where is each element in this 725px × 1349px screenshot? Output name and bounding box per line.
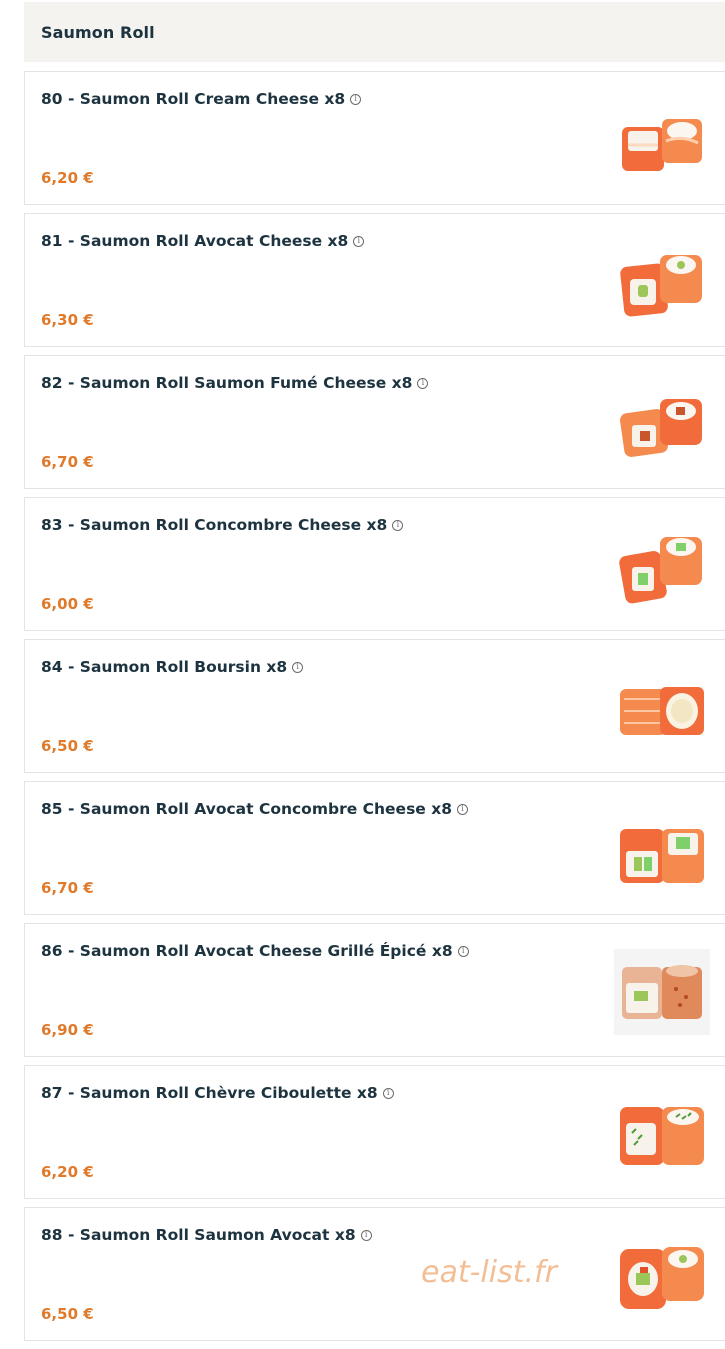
- section-header: Saumon Roll: [24, 2, 725, 62]
- item-name-row: 81 - Saumon Roll Avocat Cheese x8 i: [41, 232, 365, 250]
- section-title: Saumon Roll: [41, 22, 155, 42]
- watermark: eat-list.fr: [421, 1255, 557, 1290]
- item-name: 85 - Saumon Roll Avocat Concombre Cheese…: [41, 800, 452, 818]
- item-price: 6,30 €: [41, 311, 94, 329]
- item-name-row: 80 - Saumon Roll Cream Cheese x8 i: [41, 90, 362, 108]
- item-price: 6,20 €: [41, 1163, 94, 1181]
- info-icon[interactable]: i: [353, 235, 365, 247]
- item-name: 84 - Saumon Roll Boursin x8: [41, 658, 288, 676]
- item-price: 6,20 €: [41, 169, 94, 187]
- info-icon[interactable]: i: [360, 1229, 372, 1241]
- item-price: 6,70 €: [41, 453, 94, 471]
- menu-item[interactable]: 84 - Saumon Roll Boursin x8 i 6,50 €: [24, 639, 725, 773]
- sushi-roll-photo: [620, 399, 702, 457]
- item-name: 86 - Saumon Roll Avocat Cheese Grillé Ép…: [41, 942, 453, 960]
- sushi-roll-photo: [620, 687, 704, 735]
- menu-item[interactable]: 81 - Saumon Roll Avocat Cheese x8 i 6,30…: [24, 213, 725, 347]
- sushi-roll-photo: [620, 255, 702, 317]
- item-name: 87 - Saumon Roll Chèvre Ciboulette x8: [41, 1084, 378, 1102]
- item-name-row: 82 - Saumon Roll Saumon Fumé Cheese x8 i: [41, 374, 429, 392]
- item-price: 6,00 €: [41, 595, 94, 613]
- sushi-roll-photo: [620, 1247, 704, 1309]
- menu-item[interactable]: 87 - Saumon Roll Chèvre Ciboulette x8 i …: [24, 1065, 725, 1199]
- item-name: 88 - Saumon Roll Saumon Avocat x8: [41, 1226, 356, 1244]
- item-name: 82 - Saumon Roll Saumon Fumé Cheese x8: [41, 374, 413, 392]
- sushi-roll-photo: [614, 949, 710, 1035]
- sushi-roll-photo: [620, 1107, 704, 1165]
- menu-item[interactable]: 82 - Saumon Roll Saumon Fumé Cheese x8 i…: [24, 355, 725, 489]
- menu-list: 80 - Saumon Roll Cream Cheese x8 i 6,20 …: [24, 71, 725, 1349]
- menu-item[interactable]: 83 - Saumon Roll Concombre Cheese x8 i 6…: [24, 497, 725, 631]
- item-name-row: 84 - Saumon Roll Boursin x8 i: [41, 658, 304, 676]
- menu-item[interactable]: 85 - Saumon Roll Avocat Concombre Cheese…: [24, 781, 725, 915]
- info-icon[interactable]: i: [292, 661, 304, 673]
- menu-item[interactable]: 88 - Saumon Roll Saumon Avocat x8 i 6,50…: [24, 1207, 725, 1341]
- info-icon[interactable]: i: [350, 93, 362, 105]
- item-name-row: 85 - Saumon Roll Avocat Concombre Cheese…: [41, 800, 468, 818]
- item-name: 81 - Saumon Roll Avocat Cheese x8: [41, 232, 349, 250]
- item-name: 83 - Saumon Roll Concombre Cheese x8: [41, 516, 388, 534]
- sushi-roll-photo: [620, 829, 704, 883]
- item-name: 80 - Saumon Roll Cream Cheese x8: [41, 90, 346, 108]
- sushi-roll-photo: [619, 537, 702, 604]
- info-icon[interactable]: i: [382, 1087, 394, 1099]
- sushi-roll-photo: [622, 119, 702, 171]
- info-icon[interactable]: i: [457, 945, 469, 957]
- item-name-row: 88 - Saumon Roll Saumon Avocat x8 i: [41, 1226, 372, 1244]
- item-name-row: 86 - Saumon Roll Avocat Cheese Grillé Ép…: [41, 942, 469, 960]
- info-icon[interactable]: i: [417, 377, 429, 389]
- menu-item[interactable]: 86 - Saumon Roll Avocat Cheese Grillé Ép…: [24, 923, 725, 1057]
- info-icon[interactable]: i: [392, 519, 404, 531]
- info-icon[interactable]: i: [457, 803, 468, 815]
- item-name-row: 87 - Saumon Roll Chèvre Ciboulette x8 i: [41, 1084, 394, 1102]
- item-price: 6,70 €: [41, 879, 94, 897]
- menu-item[interactable]: 80 - Saumon Roll Cream Cheese x8 i 6,20 …: [24, 71, 725, 205]
- item-price: 6,50 €: [41, 737, 94, 755]
- item-price: 6,90 €: [41, 1021, 94, 1039]
- item-price: 6,50 €: [41, 1305, 94, 1323]
- item-name-row: 83 - Saumon Roll Concombre Cheese x8 i: [41, 516, 404, 534]
